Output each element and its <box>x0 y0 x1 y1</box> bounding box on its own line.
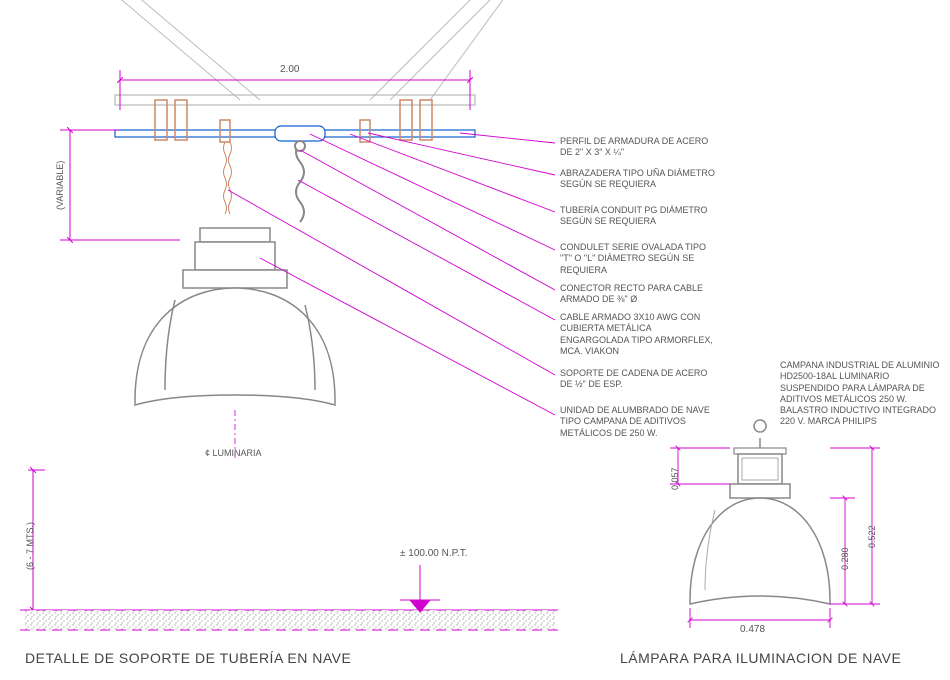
dim-522: 0.522 <box>867 525 877 548</box>
annot-campana: CAMPANA INDUSTRIAL DE ALUMINIO HD2500-18… <box>780 360 945 428</box>
annot-unidad: UNIDAD DE ALUMBRADO DE NAVE TIPO CAMPANA… <box>560 405 720 439</box>
annot-tuberia: TUBERÍA CONDUIT PG DIÁMETRO SEGÚN SE REQ… <box>560 205 720 228</box>
annot-soporte-cadena: SOPORTE DE CADENA DE ACERO DE ½" DE ESP. <box>560 368 720 391</box>
luminaria-center-label: ¢ LUMINARIA <box>205 448 262 458</box>
title-left: DETALLE DE SOPORTE DE TUBERÍA EN NAVE <box>25 650 351 666</box>
dim-drop: (6 - 7 MTS.) <box>25 522 35 570</box>
dim-span: 2.00 <box>280 64 299 75</box>
annot-condulet: CONDULET SERIE OVALADA TIPO "T" O "L" DI… <box>560 242 720 276</box>
annot-conector: CONECTOR RECTO PARA CABLE ARMADO DE ⅜" Ø <box>560 283 720 306</box>
dim-478: 0.478 <box>740 624 765 635</box>
dim-variable: (VARIABLE) <box>55 161 65 210</box>
drawing-canvas <box>0 0 950 680</box>
dim-npt: ± 100.00 N.P.T. <box>400 548 468 559</box>
annot-perfil: PERFIL DE ARMADURA DE ACERO DE 2" X 3" X… <box>560 136 720 159</box>
annot-cable: CABLE ARMADO 3X10 AWG CON CUBIERTA METÁL… <box>560 312 720 357</box>
annot-abrazadera: ABRAZADERA TIPO UÑA DIÁMETRO SEGÚN SE RE… <box>560 168 720 191</box>
dim-057: 0.057 <box>670 467 680 490</box>
title-right: LÁMPARA PARA ILUMINACION DE NAVE <box>620 650 901 666</box>
dim-280: 0.280 <box>840 547 850 570</box>
